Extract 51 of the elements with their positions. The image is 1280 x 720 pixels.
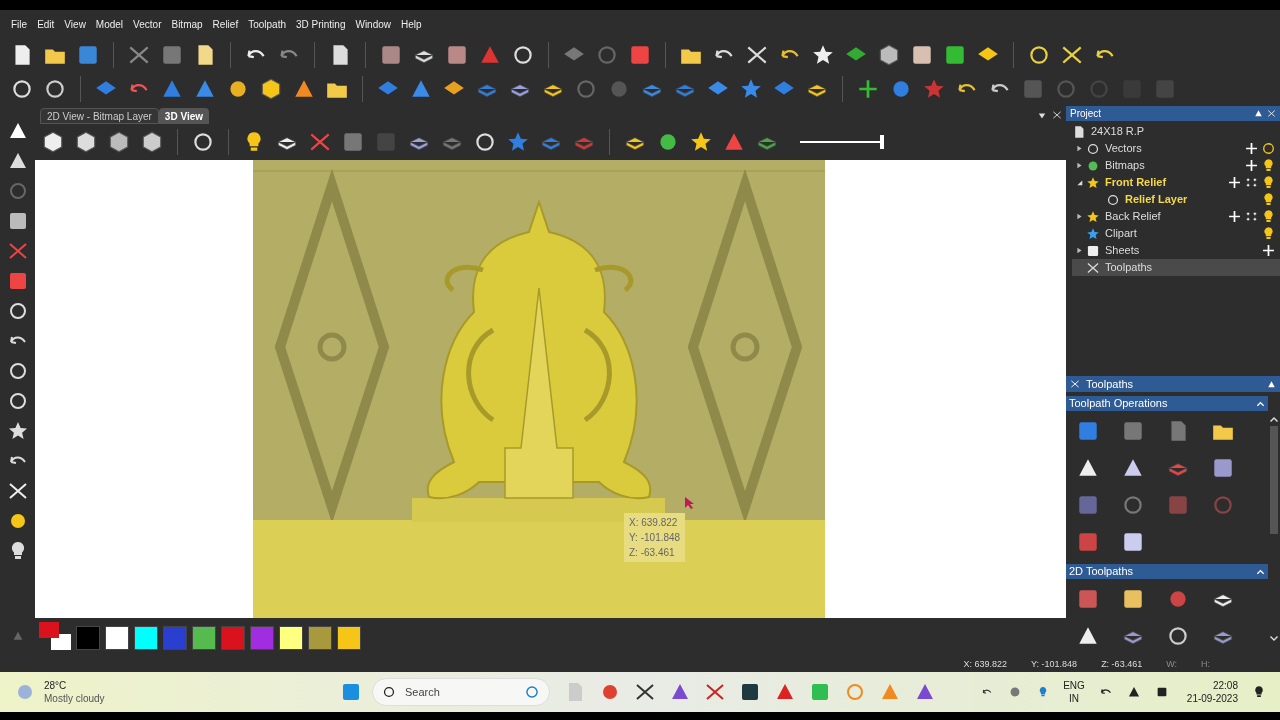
tree-label: Toolpaths	[1105, 260, 1153, 276]
menu-item[interactable]: File	[11, 16, 28, 32]
tree-row[interactable]: Toolpaths	[1072, 259, 1280, 276]
language-indicator[interactable]: IN	[1069, 692, 1079, 705]
section-title: 2D Toolpaths	[1069, 564, 1133, 580]
tree-label: Back Relief	[1105, 209, 1161, 225]
tree-row[interactable]: Clipart	[1072, 225, 1280, 242]
menu-item[interactable]: Bitmap	[171, 16, 203, 32]
section-header[interactable]: 2D Toolpaths	[1066, 564, 1268, 579]
tree-row[interactable]: Bitmaps	[1072, 157, 1280, 174]
menu-item[interactable]: 3D Printing	[296, 16, 346, 32]
status-coordinate: Y: -101.848	[1031, 658, 1078, 672]
weather-temperature: 28°C	[44, 679, 68, 692]
view-tab[interactable]: 3D View	[158, 108, 210, 124]
tree-row[interactable]: Sheets	[1072, 242, 1280, 259]
menu-item[interactable]: Toolpath	[248, 16, 286, 32]
menu-item[interactable]: Relief	[212, 16, 239, 32]
panel-title: Project	[1070, 107, 1102, 121]
menu-item[interactable]: Edit	[37, 16, 55, 32]
section-title: Toolpath Operations	[1069, 396, 1168, 412]
status-coordinate: H:	[1201, 658, 1210, 672]
tree-label: Clipart	[1105, 226, 1137, 242]
section-header[interactable]: Toolpath Operations	[1066, 396, 1268, 411]
tree-label: Relief Layer	[1125, 192, 1188, 208]
menu-item[interactable]: View	[64, 16, 86, 32]
search-field[interactable]: Search	[372, 678, 550, 706]
tree-label: Sheets	[1105, 243, 1140, 259]
coordinate-text: X: 639.822	[629, 516, 679, 530]
tree-row[interactable]: Vectors	[1072, 140, 1280, 157]
tree-label: Front Relief	[1105, 175, 1167, 191]
language-indicator[interactable]: ENG	[1063, 679, 1085, 692]
clock-time[interactable]: 22:08	[1212, 679, 1238, 692]
tree-row[interactable]: Front Relief	[1072, 174, 1280, 191]
menu-item[interactable]: Model	[95, 16, 124, 32]
menu-item[interactable]: Help	[401, 16, 422, 32]
menu-item[interactable]: Vector	[133, 16, 162, 32]
tree-row[interactable]: Relief Layer	[1072, 191, 1280, 208]
status-coordinate: Z: -63.461	[1101, 658, 1143, 672]
project-file-name: 24X18 R.P	[1091, 124, 1145, 140]
view-tab[interactable]: 2D View - Bitmap Layer	[40, 108, 159, 124]
tree-label: Bitmaps	[1105, 158, 1145, 174]
tree-row[interactable]: Back Relief	[1072, 208, 1280, 225]
weather-condition: Mostly cloudy	[44, 692, 105, 705]
status-coordinate: X: 639.822	[963, 658, 1008, 672]
coordinate-text: Z: -63.461	[629, 546, 676, 560]
tree-label: Vectors	[1105, 141, 1142, 157]
clock-date[interactable]: 21-09-2023	[1186, 692, 1238, 705]
coordinate-text: Y: -101.848	[629, 531, 681, 545]
panel-title: Toolpaths	[1086, 376, 1134, 392]
menu-item[interactable]: Window	[355, 16, 392, 32]
status-coordinate: W:	[1166, 658, 1177, 672]
